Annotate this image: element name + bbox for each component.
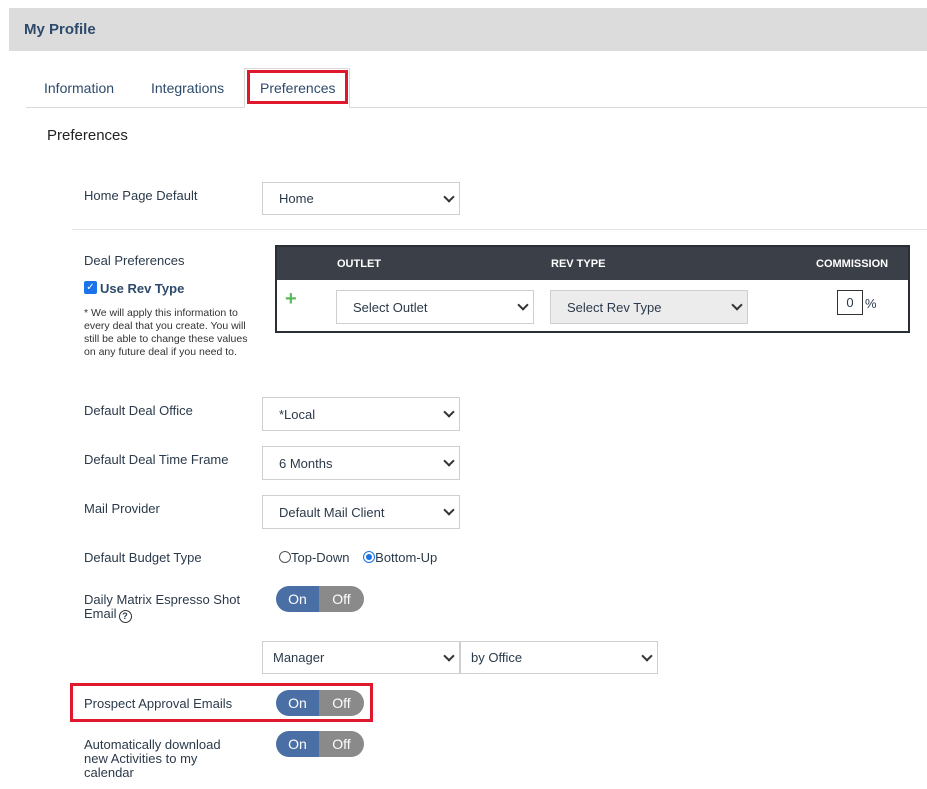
prospect-approval-label: Prospect Approval Emails [84, 696, 233, 711]
chevron-down-icon [443, 455, 455, 467]
home-page-default-value: Home [279, 191, 314, 206]
toggle-on-label: On [276, 731, 319, 757]
mail-provider-select[interactable]: Default Mail Client [262, 495, 460, 529]
commission-header: COMMISSION [816, 258, 889, 270]
daily-matrix-group-select[interactable]: by Office [460, 641, 658, 674]
commission-unit: % [865, 296, 877, 311]
tab-information[interactable]: Information [44, 80, 114, 96]
mail-provider-value: Default Mail Client [279, 504, 385, 520]
page-title: My Profile [24, 21, 96, 38]
auto-download-label-line2: new Activities to my [84, 751, 198, 766]
toggle-off-label: Off [319, 731, 364, 757]
auto-download-label-line1: Automatically download [84, 737, 221, 752]
default-deal-office-value: *Local [279, 406, 316, 422]
toggle-on-label: On [276, 690, 319, 716]
default-budget-type-label: Default Budget Type [84, 550, 202, 565]
auto-download-label-line3: calendar [84, 765, 134, 780]
outlet-select[interactable]: Select Outlet [336, 290, 534, 324]
toggle-off-label: Off [319, 586, 364, 612]
default-deal-office-select[interactable]: *Local [262, 397, 460, 431]
auto-download-toggle[interactable]: On Off [276, 731, 364, 757]
outlet-header: OUTLET [337, 258, 381, 270]
default-deal-time-frame-label: Default Deal Time Frame [84, 452, 229, 467]
prospect-approval-toggle[interactable]: On Off [276, 690, 364, 716]
mail-provider-label: Mail Provider [84, 501, 160, 516]
add-row-plus-icon[interactable]: + [285, 289, 297, 309]
budget-type-radio-group: Top-Down Bottom-Up [279, 550, 437, 565]
home-page-default-select[interactable]: Home [262, 182, 460, 215]
daily-matrix-role-value: Manager [273, 650, 325, 665]
use-rev-type-checkbox[interactable]: ✓ [84, 281, 97, 294]
commission-input[interactable]: 0 [837, 290, 863, 315]
divider [72, 229, 927, 230]
outlet-select-value: Select Outlet [353, 299, 428, 315]
daily-matrix-label-line1: Daily Matrix Espresso Shot [84, 592, 241, 607]
rev-type-select-value: Select Rev Type [567, 299, 662, 315]
chevron-down-icon [443, 190, 455, 203]
daily-matrix-label-line2-wrap: Email? [84, 606, 132, 623]
chevron-down-icon [443, 649, 455, 662]
chevron-down-icon [443, 406, 455, 418]
tab-integrations[interactable]: Integrations [151, 80, 224, 96]
daily-matrix-label-line2: Email [84, 606, 117, 621]
tab-highlight-box [247, 70, 348, 104]
home-page-default-label: Home Page Default [84, 188, 198, 203]
use-rev-type-label: Use Rev Type [100, 281, 185, 296]
daily-matrix-group-value: by Office [471, 650, 523, 665]
radio-bottom-up[interactable] [363, 551, 376, 563]
deal-preferences-note: * We will apply this information to ever… [84, 307, 248, 358]
daily-matrix-role-select[interactable]: Manager [262, 641, 460, 674]
rev-type-select[interactable]: Select Rev Type [550, 290, 748, 324]
page-header: My Profile [9, 8, 927, 51]
help-icon[interactable]: ? [118, 610, 132, 623]
rev-type-header: REV TYPE [551, 258, 606, 270]
chevron-down-icon [517, 299, 529, 311]
tab-bar-line [26, 107, 927, 108]
chevron-down-icon [443, 504, 455, 516]
section-title: Preferences [47, 127, 128, 144]
default-deal-time-frame-value: 6 Months [279, 455, 333, 471]
daily-matrix-toggle[interactable]: On Off [276, 586, 364, 612]
deal-preferences-label: Deal Preferences [84, 253, 185, 268]
radio-bottom-up-label: Bottom-Up [375, 550, 438, 565]
default-deal-time-frame-select[interactable]: 6 Months [262, 446, 460, 480]
chevron-down-icon [731, 299, 743, 311]
radio-top-down-label: Top-Down [291, 550, 350, 565]
toggle-on-label: On [276, 586, 319, 612]
radio-top-down[interactable] [279, 551, 291, 563]
default-deal-office-label: Default Deal Office [84, 403, 193, 418]
commission-input-value: 0 [846, 295, 854, 310]
chevron-down-icon [641, 649, 653, 662]
toggle-off-label: Off [319, 690, 364, 716]
deal-table-header: OUTLET REV TYPE COMMISSION [277, 247, 908, 280]
